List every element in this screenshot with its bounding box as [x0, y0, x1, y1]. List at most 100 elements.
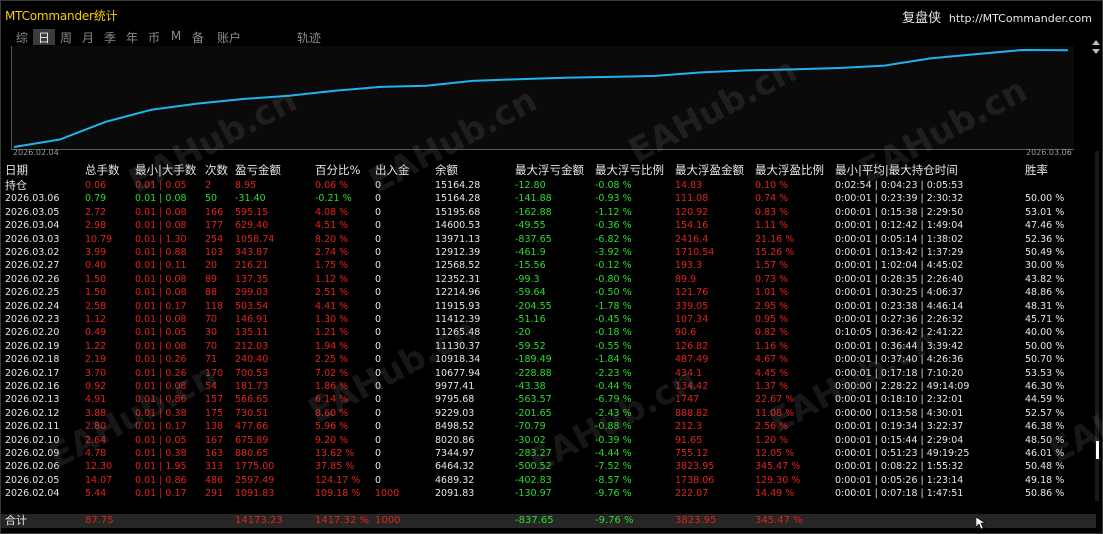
cell-win: 52.57 %	[1025, 407, 1065, 419]
column-header[interactable]: 最大浮盈金额	[675, 163, 744, 178]
table-row[interactable]: 2026.02.10 2.64 0.01 | 0.05 167 675.89 9.20 %…	[1, 434, 1096, 447]
tab-week[interactable]: 周	[55, 29, 77, 45]
total-max-float-profit: 3823.95	[675, 515, 717, 526]
cell-lots: 14.07	[85, 474, 113, 486]
tab-quarter[interactable]: 季	[99, 29, 121, 45]
cell-max-fl: -402.83	[515, 474, 552, 486]
table-row[interactable]: 持仓 0.06 0.01 | 0.05 2 8.95 0.06 % 0 15164.28 -12…	[1, 179, 1096, 192]
cell-date: 2026.02.09	[5, 448, 60, 459]
tab-year[interactable]: 年	[121, 29, 143, 45]
cell-lots: 4.78	[85, 448, 107, 459]
column-header[interactable]: 胜率	[1025, 163, 1048, 178]
cell-hold: 0:00:01 | 0:18:10 | 2:32:01	[835, 394, 964, 406]
cell-max-fp: 89.9	[675, 273, 697, 285]
cell-minmax: 0.01 | 0.88	[135, 247, 187, 258]
cell-max-flp: -3.92 %	[595, 247, 632, 258]
table-row[interactable]: 2026.02.13 4.91 0.01 | 0.86 157 566.65 6.14 %…	[1, 393, 1096, 406]
table-row[interactable]: 2026.02.09 4.78 0.01 | 0.38 163 880.65 13.62 …	[1, 447, 1096, 460]
cell-max-fp: 90.6	[675, 327, 697, 339]
cell-max-fpp: 0.82 %	[755, 327, 789, 339]
tab-all[interactable]: 综	[11, 29, 33, 45]
cell-minmax: 0.01 | 0.08	[135, 381, 187, 392]
table-row[interactable]: 2026.02.27 0.40 0.01 | 0.11 20 216.21 1.75 % 0…	[1, 259, 1096, 272]
cell-max-fl: -15.56	[515, 260, 546, 272]
tab-m[interactable]: M	[165, 29, 187, 45]
table-row[interactable]: 2026.02.24 2.58 0.01 | 0.17 118 503.54 4.41 %…	[1, 300, 1096, 313]
table-row[interactable]: 2026.02.19 1.22 0.01 | 0.08 70 212.03 1.94 % 0…	[1, 340, 1096, 353]
table-row[interactable]: 2026.03.03 10.79 0.01 | 1.30 254 1058.74 8.20…	[1, 233, 1096, 246]
column-header[interactable]: 次数	[205, 163, 228, 178]
column-header[interactable]: 出入金	[375, 163, 410, 178]
cell-max-flp: -0.18 %	[595, 327, 632, 339]
table-row[interactable]: 2026.02.17 3.70 0.01 | 0.26 170 700.53 7.02 %…	[1, 367, 1096, 380]
cell-pct: 4.08 %	[315, 206, 349, 218]
tab-trajectory[interactable]: 轨迹	[289, 29, 329, 45]
cell-hold: 0:00:01 | 1:02:04 | 4:45:02	[835, 260, 964, 272]
scroll-arrows-icon[interactable]	[1091, 39, 1101, 55]
table-row[interactable]: 2026.02.12 3.88 0.01 | 0.38 175 730.51 8.60 %…	[1, 407, 1096, 420]
tab-note[interactable]: 备	[187, 29, 209, 45]
cell-hold: 0:00:01 | 0:36:44 | 3:39:42	[835, 340, 964, 352]
cell-max-flp: -0.39 %	[595, 434, 632, 446]
cell-pct: 109.18 %	[315, 488, 361, 500]
column-header[interactable]: 盈亏金额	[235, 163, 281, 178]
cell-lots: 0.49	[85, 327, 107, 339]
column-header[interactable]: 最小|大手数	[135, 163, 196, 178]
table-row[interactable]: 2026.02.06 12.30 0.01 | 1.95 313 1775.00 37.8…	[1, 460, 1096, 473]
table-row[interactable]: 2026.03.06 0.79 0.01 | 0.08 50 -31.40 -0.21 %…	[1, 192, 1096, 205]
table-row[interactable]: 2026.02.25 1.50 0.01 | 0.08 88 299.03 2.51 % 0…	[1, 286, 1096, 299]
column-header[interactable]: 最大浮亏比例	[595, 163, 664, 178]
column-header[interactable]: 最大浮亏金额	[515, 163, 584, 178]
table-row[interactable]: 2026.02.20 0.49 0.01 | 0.05 30 135.11 1.21 % 0…	[1, 326, 1096, 339]
table-row[interactable]: 2026.02.23 1.12 0.01 | 0.08 70 146.91 1.30 % 0…	[1, 313, 1096, 326]
table-row[interactable]: 2026.03.04 2.98 0.01 | 0.08 177 629.40 4.51 %…	[1, 219, 1096, 232]
cell-max-fl: -99.3	[515, 273, 540, 285]
table-row[interactable]: 2026.02.16 0.92 0.01 | 0.08 54 181.73 1.86 % 0…	[1, 380, 1096, 393]
column-header[interactable]: 百分比%	[315, 163, 360, 178]
cell-hold: 0:10:05 | 0:36:42 | 2:41:22	[835, 327, 964, 339]
cell-minmax: 0.01 | 0.05	[135, 327, 187, 339]
cell-count: 291	[205, 488, 224, 500]
cell-date: 2026.02.10	[5, 434, 60, 446]
table-row[interactable]: 2026.02.11 2.80 0.01 | 0.17 138 477.66 5.96 %…	[1, 420, 1096, 433]
cell-minmax: 0.01 | 0.05	[135, 180, 187, 191]
column-header[interactable]: 总手数	[85, 163, 120, 178]
cell-io: 0	[375, 474, 382, 486]
cell-pct: 13.62 %	[315, 448, 355, 459]
total-pnl: 14173.23	[235, 515, 283, 526]
cell-max-fpp: 22.67 %	[755, 394, 795, 406]
cell-max-fl: -189.49	[515, 354, 552, 366]
table-row[interactable]: 2026.03.05 2.72 0.01 | 0.08 166 595.15 4.08 %…	[1, 206, 1096, 219]
cell-lots: 3.88	[85, 407, 107, 419]
column-header[interactable]: 日期	[5, 163, 28, 178]
table-row[interactable]: 2026.02.18 2.19 0.01 | 0.26 71 240.40 2.25 % 0…	[1, 353, 1096, 366]
scrollbar-thumb[interactable]	[1096, 441, 1099, 459]
cell-date: 2026.03.06	[5, 193, 60, 205]
table-row[interactable]: 2026.02.04 5.44 0.01 | 0.17 291 1091.83 109.1…	[1, 487, 1096, 500]
cell-max-fpp: 11.08 %	[755, 407, 795, 419]
cell-win: 48.86 %	[1025, 287, 1065, 299]
table-row[interactable]: 2026.02.26 1.50 0.01 | 0.08 89 137.35 1.12 % 0…	[1, 273, 1096, 286]
cell-win: 50.00 %	[1025, 340, 1065, 352]
table-row[interactable]: 2026.02.05 14.07 0.01 | 0.86 486 2597.49 124.…	[1, 474, 1096, 487]
cell-io: 0	[375, 394, 382, 406]
cell-lots: 0.79	[85, 193, 107, 205]
column-header[interactable]: 余额	[435, 163, 458, 178]
brand-url-link[interactable]: http://MTCommander.com	[949, 12, 1092, 25]
cell-minmax: 0.01 | 0.86	[135, 394, 187, 406]
tab-month[interactable]: 月	[77, 29, 99, 45]
tab-account[interactable]: 账户	[209, 29, 249, 45]
cell-max-fp: 339.05	[675, 300, 709, 312]
equity-chart	[11, 46, 1074, 150]
cell-count: 175	[205, 407, 224, 419]
column-header[interactable]: 最大浮盈比例	[755, 163, 824, 178]
cell-io: 0	[375, 287, 382, 299]
table-row[interactable]: 2026.03.02 3.99 0.01 | 0.88 103 343.87 2.74 %…	[1, 246, 1096, 259]
cell-max-fp: 14.83	[675, 180, 703, 191]
tab-day[interactable]: 日	[33, 29, 55, 45]
column-header[interactable]: 最小|平均|最大持仓时间	[835, 163, 958, 178]
cell-hold: 0:00:01 | 0:30:25 | 4:06:37	[835, 287, 964, 299]
cell-pct: 9.20 %	[315, 434, 349, 446]
cell-count: 170	[205, 367, 224, 379]
tab-currency[interactable]: 币	[143, 29, 165, 45]
